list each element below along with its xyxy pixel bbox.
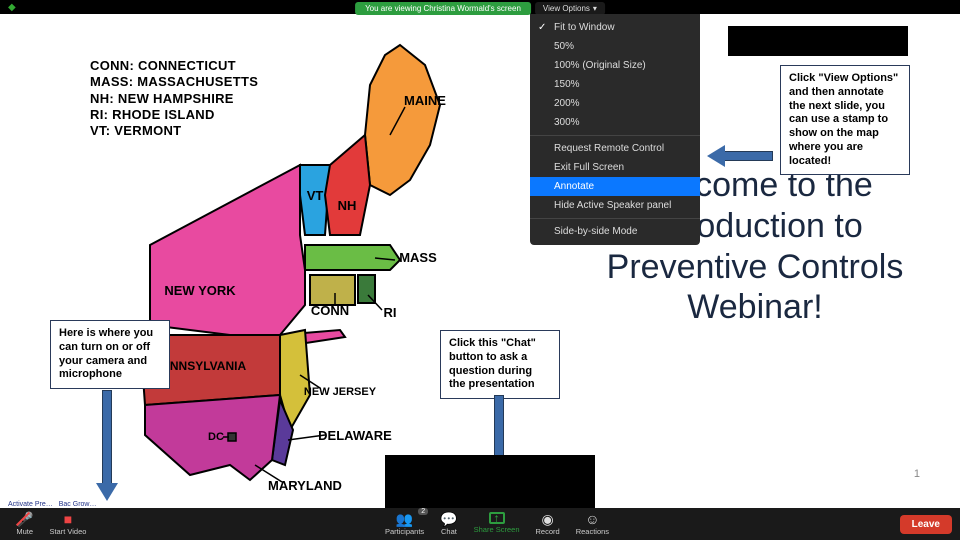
slide-number: 1 <box>914 468 920 480</box>
zoom-toolbar: 🎤 Mute ■ Start Video 2 👥 Participants 💬 … <box>0 508 960 540</box>
chat-label: Chat <box>441 527 457 536</box>
label-newjersey: NEW JERSEY <box>304 386 377 398</box>
arrow-to-annotate <box>708 145 773 167</box>
menu-separator <box>530 135 700 136</box>
menu-zoom-50[interactable]: 50% <box>530 37 700 56</box>
record-icon: ◉ <box>541 512 553 526</box>
microphone-icon: 🎤 <box>16 512 33 526</box>
chat-icon: 💬 <box>440 512 457 526</box>
participants-label: Participants <box>385 527 424 536</box>
mute-button[interactable]: 🎤 Mute <box>8 510 41 538</box>
redacted-box-top <box>728 26 908 56</box>
reactions-label: Reactions <box>576 527 609 536</box>
label-ri: RI <box>384 305 397 320</box>
menu-zoom-150[interactable]: 150% <box>530 75 700 94</box>
label-vt: VT <box>307 188 324 203</box>
state-maine <box>365 45 440 195</box>
label-maine: MAINE <box>404 93 446 108</box>
state-dc <box>228 433 236 441</box>
chat-button[interactable]: 💬 Chat <box>432 510 465 538</box>
callout-chat: Click this "Chat" button to ask a questi… <box>440 330 560 399</box>
camera-icon: ■ <box>64 512 72 526</box>
state-conn <box>310 275 355 305</box>
share-screen-button[interactable]: ↑ Share Screen <box>466 510 528 538</box>
menu-exit-fullscreen[interactable]: Exit Full Screen <box>530 158 700 177</box>
reactions-icon: ☺ <box>585 512 599 526</box>
menu-zoom-200[interactable]: 200% <box>530 94 700 113</box>
menu-side-by-side[interactable]: Side-by-side Mode <box>530 222 700 241</box>
chevron-down-icon: ▾ <box>593 4 597 13</box>
share-icon: ↑ <box>489 512 505 524</box>
northeast-us-map: MAINE VT NH MASS CONN RI NEW YORK PENNSY… <box>130 35 480 515</box>
participants-button[interactable]: 2 👥 Participants <box>377 510 432 538</box>
label-delaware: DELAWARE <box>318 428 392 443</box>
view-options-menu: Fit to Window 50% 100% (Original Size) 1… <box>530 14 700 245</box>
menu-hide-speaker[interactable]: Hide Active Speaker panel <box>530 196 700 215</box>
menu-request-remote[interactable]: Request Remote Control <box>530 139 700 158</box>
state-ny <box>150 165 305 335</box>
record-label: Record <box>536 527 560 536</box>
status-b: Bac Grow… <box>59 501 97 508</box>
state-mass <box>305 245 400 270</box>
label-newyork: NEW YORK <box>164 283 236 298</box>
leave-button[interactable]: Leave <box>900 515 952 534</box>
menu-zoom-300[interactable]: 300% <box>530 113 700 132</box>
redacted-box-bottom <box>385 455 595 510</box>
label-nh: NH <box>338 198 357 213</box>
callout-camera-mic: Here is where you can turn on or off you… <box>50 320 170 389</box>
start-video-button[interactable]: ■ Start Video <box>41 510 94 538</box>
people-icon: 👥 <box>396 512 413 526</box>
arrow-to-mute-video <box>96 390 118 500</box>
reactions-button[interactable]: ☺ Reactions <box>568 510 617 538</box>
label-mass: MASS <box>399 250 437 265</box>
mute-label: Mute <box>16 527 33 536</box>
menu-annotate[interactable]: Annotate <box>530 177 700 196</box>
share-screen-label: Share Screen <box>474 525 520 534</box>
callout-view-options: Click "View Options" and then annotate t… <box>780 65 910 175</box>
label-dc: DC <box>208 431 224 443</box>
menu-zoom-100[interactable]: 100% (Original Size) <box>530 56 700 75</box>
view-options-label: View Options <box>543 4 590 13</box>
menu-separator <box>530 218 700 219</box>
status-a: Activate Pre… <box>8 501 53 508</box>
label-conn: CONN <box>311 303 349 318</box>
record-button[interactable]: ◉ Record <box>528 510 568 538</box>
viewing-indicator: You are viewing Christina Wormald's scre… <box>355 2 531 15</box>
shield-icon: ◆ <box>8 2 16 13</box>
start-video-label: Start Video <box>49 527 86 536</box>
state-nh <box>325 135 370 235</box>
menu-fit-to-window[interactable]: Fit to Window <box>530 18 700 37</box>
taskbar-mini: Activate Pre… Bac Grow… <box>8 501 96 508</box>
participants-count: 2 <box>418 508 428 515</box>
